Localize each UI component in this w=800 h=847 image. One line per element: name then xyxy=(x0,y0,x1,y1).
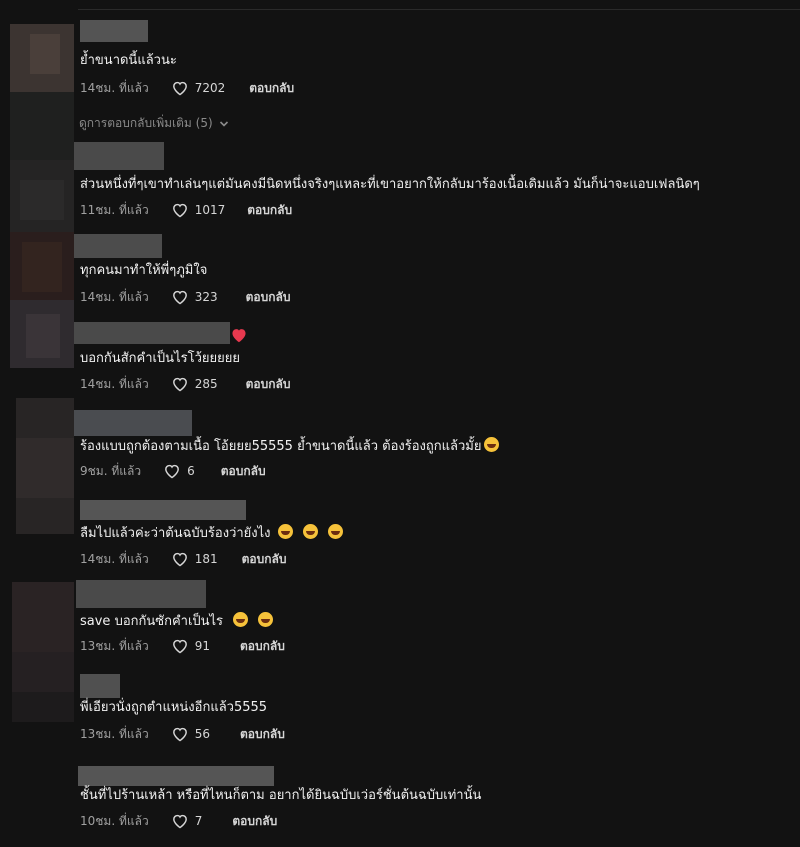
comment-text: save บอกกันซักคำเป็นไร xyxy=(80,612,274,631)
heart-outline-icon[interactable] xyxy=(171,376,189,392)
avatar[interactable] xyxy=(10,92,74,160)
comment-meta: 14ชม. ที่แล้ว 323 ตอบกลับ xyxy=(80,288,290,306)
comment-meta: 11ชม. ที่แล้ว 1017 ตอบกลับ xyxy=(80,201,292,219)
reply-button[interactable]: ตอบกลับ xyxy=(240,637,285,656)
heart-outline-icon[interactable] xyxy=(171,202,189,218)
comment-time: 13ชม. ที่แล้ว xyxy=(80,638,149,653)
comment-time: 13ชม. ที่แล้ว xyxy=(80,726,149,741)
username-redacted[interactable] xyxy=(74,142,164,170)
avatar[interactable] xyxy=(10,160,74,232)
comment-time: 10ชม. ที่แล้ว xyxy=(80,813,149,828)
comment-text: ร้องแบบถูกต้องตามเนื้อ โอ้ยยย55555 ย้ำขน… xyxy=(80,437,500,456)
like-count: 285 xyxy=(194,377,218,391)
like-count: 1017 xyxy=(194,203,226,217)
heart-outline-icon[interactable] xyxy=(171,726,189,742)
comment-meta: 14ชม. ที่แล้ว 181 ตอบกลับ xyxy=(80,550,286,568)
avatar[interactable] xyxy=(10,24,74,92)
username-redacted[interactable] xyxy=(78,766,274,786)
comment-time: 11ชม. ที่แล้ว xyxy=(80,202,149,217)
comment-text: ลืมไปแล้วค่ะว่าต้นฉบับร้องว่ายังไง xyxy=(80,524,343,543)
comment-time: 14ชม. ที่แล้ว xyxy=(80,376,149,391)
chevron-down-icon xyxy=(219,120,228,127)
reply-button[interactable]: ตอบกลับ xyxy=(246,375,291,394)
top-divider xyxy=(78,9,800,10)
like-count: 91 xyxy=(194,639,210,653)
reply-button[interactable]: ตอบกลับ xyxy=(242,550,287,569)
comment-text: ส่วนหนึ่งที่ๆเขาทำเล่นๆแต่มันคงมีนิดหนึ่… xyxy=(80,177,700,192)
reply-button[interactable]: ตอบกลับ xyxy=(232,812,277,831)
laughing-emoji-icon xyxy=(258,612,274,627)
laughing-emoji-icon xyxy=(484,437,500,452)
comment-text-content: save บอกกันซักคำเป็นไร xyxy=(80,614,224,629)
reply-button[interactable]: ตอบกลับ xyxy=(240,725,285,744)
comment-text: ทุกคนมาทำให้พี่ๆภูมิใจ xyxy=(80,263,208,278)
comment-text: บอกกันสักคำเป็นไรโว้ยยยยย xyxy=(80,351,240,366)
comment-text-content: ลืมไปแล้วค่ะว่าต้นฉบับร้องว่ายังไง xyxy=(80,526,271,541)
username-redacted[interactable] xyxy=(80,20,148,42)
laughing-emoji-icon xyxy=(277,524,293,539)
comment-text: ชั้นที่ไปร้านเหล้า หรือที่ไหนก็ตาม อยากไ… xyxy=(80,788,482,803)
like-count: 7202 xyxy=(194,81,226,95)
comment-time: 14ชม. ที่แล้ว xyxy=(80,551,149,566)
username-redacted[interactable] xyxy=(74,322,230,344)
username-redacted[interactable] xyxy=(80,674,120,698)
comment-meta: 9ชม. ที่แล้ว 6 ตอบกลับ xyxy=(80,462,266,480)
comment-meta: 10ชม. ที่แล้ว 7 ตอบกลับ xyxy=(80,812,277,830)
comment-meta: 13ชม. ที่แล้ว 91 ตอบกลับ xyxy=(80,637,285,655)
laughing-emoji-icon xyxy=(233,612,249,627)
username-redacted[interactable] xyxy=(80,500,246,520)
heart-outline-icon[interactable] xyxy=(171,551,189,567)
reply-button[interactable]: ตอบกลับ xyxy=(246,288,291,307)
view-more-replies-button[interactable]: ดูการตอบกลับเพิ่มเติม (5) xyxy=(79,114,229,133)
reply-button[interactable]: ตอบกลับ xyxy=(221,462,266,481)
heart-outline-icon[interactable] xyxy=(163,463,181,479)
avatar[interactable] xyxy=(16,398,74,534)
username-redacted[interactable] xyxy=(74,234,162,258)
comment-time: 9ชม. ที่แล้ว xyxy=(80,463,142,478)
comment-text-content: ร้องแบบถูกต้องตามเนื้อ โอ้ยยย55555 ย้ำขน… xyxy=(80,439,482,454)
like-count: 181 xyxy=(194,552,218,566)
like-count: 6 xyxy=(187,464,195,478)
reply-button[interactable]: ตอบกลับ xyxy=(249,79,294,98)
username-redacted[interactable] xyxy=(76,580,206,608)
avatar[interactable] xyxy=(10,300,74,368)
heart-outline-icon[interactable] xyxy=(171,813,189,829)
red-heart-icon xyxy=(230,327,248,347)
comment-meta: 14ชม. ที่แล้ว 285 ตอบกลับ xyxy=(80,375,290,393)
reply-button[interactable]: ตอบกลับ xyxy=(247,201,292,220)
heart-outline-icon[interactable] xyxy=(171,80,189,96)
like-count: 323 xyxy=(194,290,218,304)
heart-outline-icon[interactable] xyxy=(171,638,189,654)
comment-meta: 13ชม. ที่แล้ว 56 ตอบกลับ xyxy=(80,725,285,743)
avatar[interactable] xyxy=(10,232,74,300)
avatar[interactable] xyxy=(12,582,74,722)
comment-text: พี่เอียวนั่งถูกตำแหน่งอีกแล้ว5555 xyxy=(80,700,268,715)
like-count: 7 xyxy=(194,814,203,828)
comment-meta: 14ชม. ที่แล้ว 7202 ตอบกลับ xyxy=(80,79,294,97)
username-redacted[interactable] xyxy=(74,410,192,436)
like-count: 56 xyxy=(194,727,210,741)
comment-time: 14ชม. ที่แล้ว xyxy=(80,80,149,95)
view-more-replies-label: ดูการตอบกลับเพิ่มเติม (5) xyxy=(79,116,213,130)
heart-outline-icon[interactable] xyxy=(171,289,189,305)
comment-time: 14ชม. ที่แล้ว xyxy=(80,289,149,304)
laughing-emoji-icon xyxy=(302,524,318,539)
comment-text: ย้ำขนาดนี้แล้วนะ xyxy=(80,53,177,68)
laughing-emoji-icon xyxy=(327,524,343,539)
